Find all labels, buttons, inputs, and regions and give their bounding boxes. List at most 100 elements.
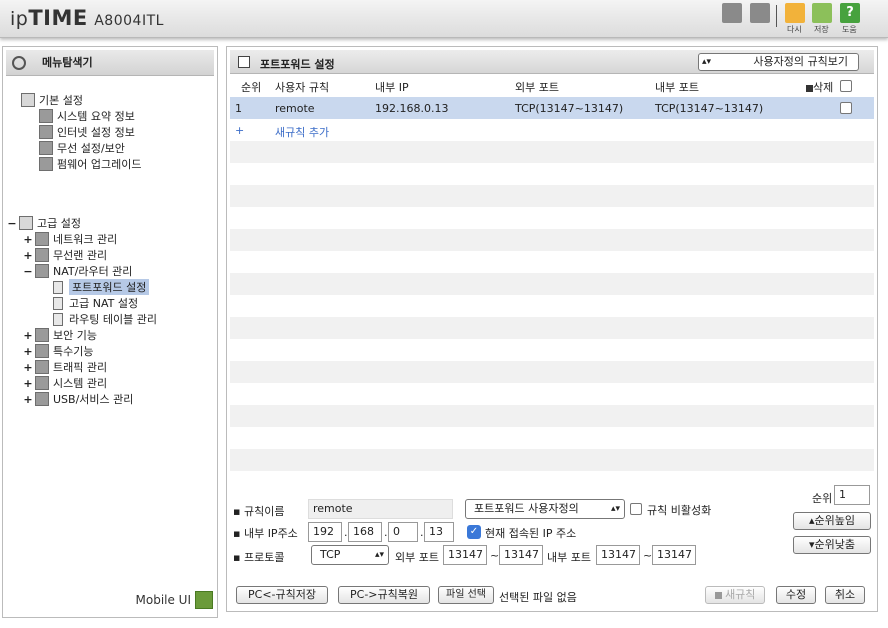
ip-dot: .: [384, 526, 388, 539]
page-icon: [53, 280, 63, 294]
tree-label: 기본 설정: [39, 94, 83, 107]
iptime-logo: ipTIME A8004ITL: [10, 6, 164, 30]
int-port-to-input[interactable]: 13147: [652, 545, 696, 565]
disable-rule-label: 규칙 비활성화: [647, 504, 712, 517]
tree-system[interactable]: + 시스템 관리: [23, 375, 107, 391]
rule-edit-form: ▪ 규칙이름 remote 포트포워드 사용자정의 ▴▾ 규칙 비활성화 순위 …: [230, 485, 874, 609]
tree-port-forward[interactable]: 포트포워드 설정: [53, 279, 150, 295]
expand-icon[interactable]: +: [23, 345, 33, 358]
modify-button[interactable]: 수정: [776, 586, 816, 604]
search-icon: [12, 56, 26, 70]
expand-icon[interactable]: +: [23, 249, 33, 262]
tree-traffic[interactable]: + 트래픽 관리: [23, 359, 107, 375]
collapse-icon[interactable]: −: [7, 217, 17, 230]
add-icon[interactable]: +: [235, 124, 244, 137]
tree-advanced-nat[interactable]: 고급 NAT 설정: [53, 295, 138, 311]
col-external-port: 외부 포트: [515, 81, 559, 94]
tree-label-selected: 포트포워드 설정: [69, 279, 150, 295]
tree-wireless-security[interactable]: 무선 설정/보안: [39, 140, 125, 156]
pc-restore-button[interactable]: PC->규칙복원: [338, 586, 430, 604]
help-label: 도움: [842, 25, 857, 34]
rule-view-select[interactable]: ▴▾ 사용자정의 규칙보기: [698, 53, 859, 71]
tree-label: NAT/라우터 관리: [53, 265, 133, 278]
ext-port-to-input[interactable]: 13147: [499, 545, 543, 565]
order-input[interactable]: 1: [834, 485, 870, 505]
tree-label: 보안 기능: [53, 329, 97, 342]
disable-rule-checkbox[interactable]: [630, 503, 642, 515]
tree-internet-info[interactable]: 인터넷 설정 정보: [39, 124, 135, 140]
add-rule-link[interactable]: 새규칙 추가: [275, 124, 329, 140]
int-port-label: 내부 포트: [547, 551, 591, 564]
tree-label: 네트워크 관리: [53, 233, 118, 246]
collapse-icon[interactable]: −: [23, 265, 33, 278]
protocol-select[interactable]: TCP ▴▾: [311, 545, 389, 565]
page-icon: [53, 312, 63, 326]
int-port-from-input[interactable]: 13147: [596, 545, 640, 565]
col-order: 순위: [241, 81, 262, 94]
network-icon: [35, 232, 49, 246]
home-icon[interactable]: [722, 3, 742, 23]
rule-name-label-text: 규칙이름: [243, 505, 285, 518]
cell-order: 1: [235, 102, 242, 115]
tree-usb-service[interactable]: + USB/서비스 관리: [23, 391, 133, 407]
tree-wireless-management[interactable]: + 무선랜 관리: [23, 247, 107, 263]
rule-type-select[interactable]: 포트포워드 사용자정의 ▴▾: [465, 499, 625, 519]
tree-firmware-upgrade[interactable]: 펌웨어 업그레이드: [39, 156, 141, 172]
file-choose-button[interactable]: 파일 선택: [438, 586, 494, 604]
tree-label: 펌웨어 업그레이드: [57, 158, 142, 171]
add-rule-row[interactable]: + 새규칙 추가: [230, 119, 874, 141]
tree-routing-table[interactable]: 라우팅 테이블 관리: [53, 311, 157, 327]
order-up-button[interactable]: ▴순위높임: [793, 512, 871, 530]
expand-icon[interactable]: +: [23, 233, 33, 246]
range-tilde: ~: [643, 549, 653, 562]
order-down-button[interactable]: ▾순위낮춤: [793, 536, 871, 554]
mobile-ui-link[interactable]: Mobile UI: [136, 593, 192, 607]
ip-octet-3[interactable]: 0: [388, 522, 418, 542]
ip-octet-1[interactable]: 192: [308, 522, 342, 542]
save-icon[interactable]: [812, 3, 832, 23]
delete-checkbox[interactable]: [840, 102, 852, 114]
cancel-button[interactable]: 취소: [825, 586, 865, 604]
col-internal-ip: 내부 IP: [375, 81, 409, 94]
rule-name-label: ▪ 규칙이름: [233, 505, 285, 518]
current-ip-checkbox[interactable]: ✓: [467, 525, 481, 539]
tree-network-management[interactable]: + 네트워크 관리: [23, 231, 117, 247]
delete-header: 삭제: [806, 79, 833, 95]
pc-save-button[interactable]: PC<-규칙저장: [236, 586, 328, 604]
tree-security[interactable]: + 보안 기능: [23, 327, 97, 343]
expand-icon[interactable]: +: [23, 329, 33, 342]
refresh-icon[interactable]: [785, 3, 805, 23]
table-row-empty: [230, 427, 874, 449]
new-rule-label: 새규칙: [725, 588, 756, 601]
tree-advanced-settings[interactable]: − 고급 설정: [7, 215, 81, 231]
upgrade-icon: [39, 157, 53, 171]
table-row-empty: [230, 207, 874, 229]
menu-explorer-title: 메뉴탐색기: [42, 56, 93, 69]
new-rule-button: 새규칙: [705, 586, 765, 604]
folder-icon: [21, 93, 35, 107]
tree-label: 인터넷 설정 정보: [57, 126, 135, 139]
tree-basic-settings[interactable]: 기본 설정: [21, 92, 83, 108]
help-icon[interactable]: ?: [840, 3, 860, 23]
expand-icon[interactable]: +: [23, 377, 33, 390]
tree-label: 고급 NAT 설정: [69, 297, 139, 310]
add-icon: [714, 591, 722, 599]
select-all-checkbox[interactable]: [840, 80, 852, 92]
protocol-label: ▪ 프로토콜: [233, 551, 285, 564]
top-bar: ipTIME A8004ITL 다시 저장 ? 도움: [0, 0, 888, 38]
select-arrows-icon: ▴▾: [610, 504, 620, 514]
table-row[interactable]: 1 remote 192.168.0.13 TCP(13147~13147) T…: [230, 97, 874, 119]
tree-system-summary[interactable]: 시스템 요약 정보: [39, 108, 135, 124]
expand-icon[interactable]: +: [23, 393, 33, 406]
ip-octet-2[interactable]: 168: [348, 522, 382, 542]
cell-internal-port: TCP(13147~13147): [655, 102, 764, 115]
ip-octet-4[interactable]: 13: [424, 522, 454, 542]
tree-special[interactable]: + 특수기능: [23, 343, 93, 359]
logout-icon[interactable]: [750, 3, 770, 23]
mobile-icon[interactable]: [195, 591, 213, 609]
rule-name-input[interactable]: remote: [308, 499, 453, 519]
ext-port-from-input[interactable]: 13147: [443, 545, 487, 565]
tree-nat-router[interactable]: − NAT/라우터 관리: [23, 263, 132, 279]
rule-view-value: 사용자정의 규칙보기: [753, 55, 848, 68]
expand-icon[interactable]: +: [23, 361, 33, 374]
